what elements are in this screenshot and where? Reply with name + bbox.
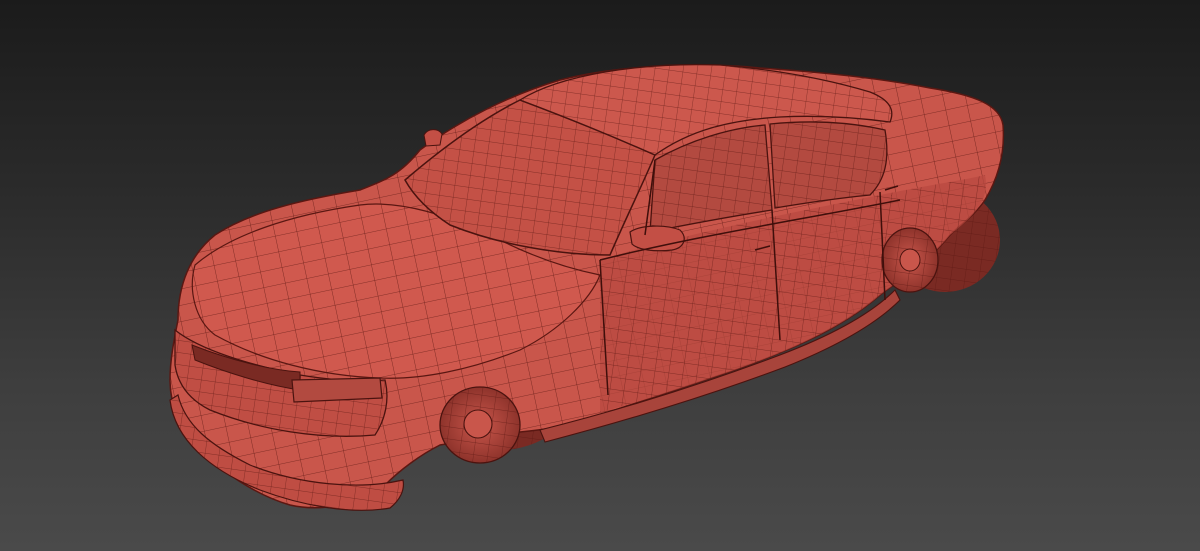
car-wireframe-render bbox=[169, 63, 1005, 511]
3d-viewport[interactable] bbox=[0, 0, 1200, 551]
rear-wheel bbox=[881, 227, 939, 293]
car-antenna bbox=[423, 129, 443, 147]
front-wheel bbox=[439, 386, 521, 464]
